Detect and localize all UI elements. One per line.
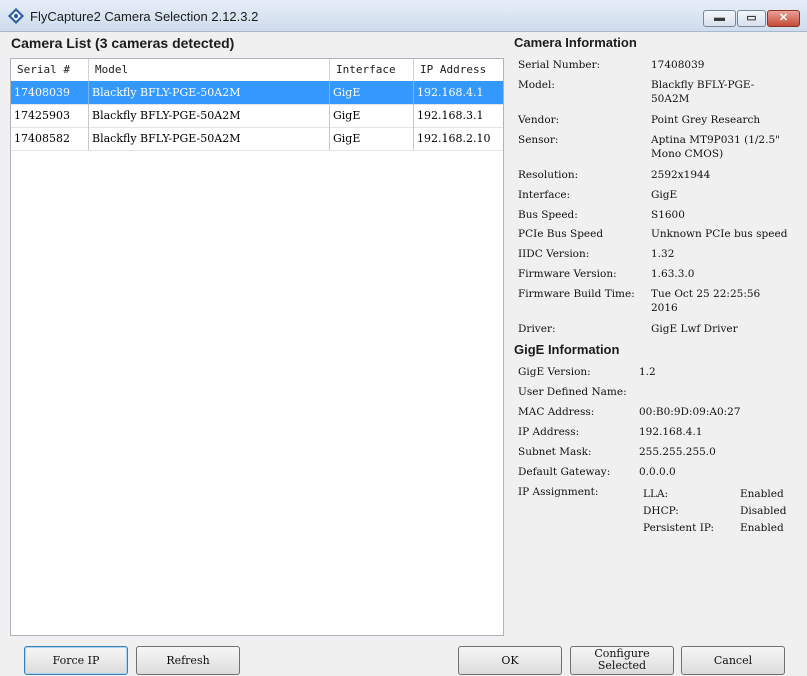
- vendor-label: Vendor:: [518, 114, 560, 126]
- force-ip-button[interactable]: Force IP: [24, 646, 128, 675]
- firmware-version-value: 1.63.3.0: [651, 268, 695, 280]
- model-label: Model:: [518, 79, 555, 91]
- configure-label-line2: Selected: [597, 659, 647, 672]
- gige-version-label: GigE Version:: [518, 366, 591, 378]
- model-value: Blackfly BFLY-PGE- 50A2M: [651, 79, 755, 105]
- firmware-version-label: Firmware Version:: [518, 268, 617, 280]
- serial-number-label: Serial Number:: [518, 59, 601, 71]
- camera-row[interactable]: 17408582 Blackfly BFLY-PGE-50A2M GigE 19…: [11, 127, 503, 151]
- close-icon: ✕: [778, 12, 789, 24]
- gige-version-value: 1.2: [639, 366, 656, 378]
- interface-cell: GigE: [330, 127, 414, 150]
- serial-cell: 17408039: [11, 81, 89, 104]
- persistent-ip-label: Persistent IP:: [643, 522, 715, 534]
- firmware-build-time-value: Tue Oct 25 22:25:56 2016: [651, 288, 761, 314]
- iidc-version-label: IIDC Version:: [518, 248, 590, 260]
- minimize-button[interactable]: ▬: [703, 10, 736, 27]
- firmware-build-time-label: Firmware Build Time:: [518, 288, 635, 300]
- serial-cell: 17425903: [11, 104, 89, 127]
- ip-address-cell: 192.168.2.10: [417, 132, 491, 145]
- iidc-version-value: 1.32: [651, 248, 675, 260]
- gige-info-title: GigE Information: [514, 342, 620, 357]
- resolution-label: Resolution:: [518, 169, 579, 181]
- resolution-value: 2592x1944: [651, 169, 711, 181]
- pcie-bus-speed-value: Unknown PCIe bus speed: [651, 228, 788, 240]
- sensor-label: Sensor:: [518, 134, 559, 146]
- sensor-value: Aptina MT9P031 (1/2.5" Mono CMOS): [651, 134, 780, 160]
- subnet-mask-value: 255.255.255.0: [639, 446, 716, 458]
- camera-info-title: Camera Information: [514, 35, 637, 50]
- model-cell: Blackfly BFLY-PGE-50A2M: [89, 81, 330, 104]
- persistent-ip-state: Enabled: [740, 522, 784, 534]
- default-gateway-value: 0.0.0.0: [639, 466, 676, 478]
- pcie-bus-speed-label: PCIe Bus Speed: [518, 228, 604, 240]
- serial-cell: 17408582: [11, 127, 89, 150]
- driver-label: Driver:: [518, 323, 556, 335]
- camera-list-title: Camera List (3 cameras detected): [11, 35, 235, 51]
- window-title: FlyCapture2 Camera Selection 2.12.3.2: [30, 9, 259, 24]
- default-gateway-label: Default Gateway:: [518, 466, 611, 478]
- ok-button[interactable]: OK: [458, 646, 562, 675]
- dhcp-state: Disabled: [740, 505, 787, 517]
- interface-cell: GigE: [330, 104, 414, 127]
- interface-value: GigE: [651, 189, 678, 201]
- maximize-icon: ▭: [746, 12, 757, 24]
- vendor-value: Point Grey Research: [651, 114, 761, 126]
- refresh-button[interactable]: Refresh: [136, 646, 240, 675]
- title-bar: FlyCapture2 Camera Selection 2.12.3.2 ▬ …: [0, 0, 807, 32]
- column-header-interface[interactable]: Interface: [330, 59, 414, 81]
- interface-label: Interface:: [518, 189, 571, 201]
- driver-value: GigE Lwf Driver: [651, 323, 738, 335]
- cancel-button[interactable]: Cancel: [681, 646, 785, 675]
- lla-state: Enabled: [740, 488, 784, 500]
- column-header-model[interactable]: Model: [89, 59, 330, 81]
- lla-label: LLA:: [643, 488, 669, 500]
- column-header-serial[interactable]: Serial #: [11, 59, 89, 81]
- configure-selected-button[interactable]: Configure Selected: [570, 646, 674, 675]
- interface-cell: GigE: [330, 81, 414, 104]
- ip-assignment-label: IP Assignment:: [518, 486, 599, 498]
- mac-address-value: 00:B0:9D:09:A0:27: [639, 406, 741, 418]
- model-cell: Blackfly BFLY-PGE-50A2M: [89, 127, 330, 150]
- model-cell: Blackfly BFLY-PGE-50A2M: [89, 104, 330, 127]
- camera-list-header: Serial # Model Interface IP Address: [11, 59, 503, 82]
- bus-speed-label: Bus Speed:: [518, 209, 578, 221]
- subnet-mask-label: Subnet Mask:: [518, 446, 592, 458]
- ip-address-cell: 192.168.4.1: [417, 86, 484, 99]
- user-defined-name-label: User Defined Name:: [518, 386, 627, 398]
- ip-address-label: IP Address:: [518, 426, 580, 438]
- camera-row[interactable]: 17425903 Blackfly BFLY-PGE-50A2M GigE 19…: [11, 104, 503, 128]
- dhcp-label: DHCP:: [643, 505, 679, 517]
- column-header-ip-address[interactable]: IP Address: [414, 59, 503, 81]
- mac-address-label: MAC Address:: [518, 406, 595, 418]
- close-button[interactable]: ✕: [767, 10, 800, 27]
- camera-row[interactable]: 17408039 Blackfly BFLY-PGE-50A2M GigE 19…: [11, 81, 503, 105]
- camera-list[interactable]: Serial # Model Interface IP Address 1740…: [10, 58, 504, 636]
- bus-speed-value: S1600: [651, 209, 685, 221]
- ip-address-value: 192.168.4.1: [639, 426, 703, 438]
- ip-address-cell: 192.168.3.1: [417, 109, 484, 122]
- minimize-icon: ▬: [714, 12, 725, 24]
- flycapture-app-icon: [8, 8, 24, 24]
- serial-number-value: 17408039: [651, 59, 705, 71]
- maximize-button[interactable]: ▭: [737, 10, 766, 27]
